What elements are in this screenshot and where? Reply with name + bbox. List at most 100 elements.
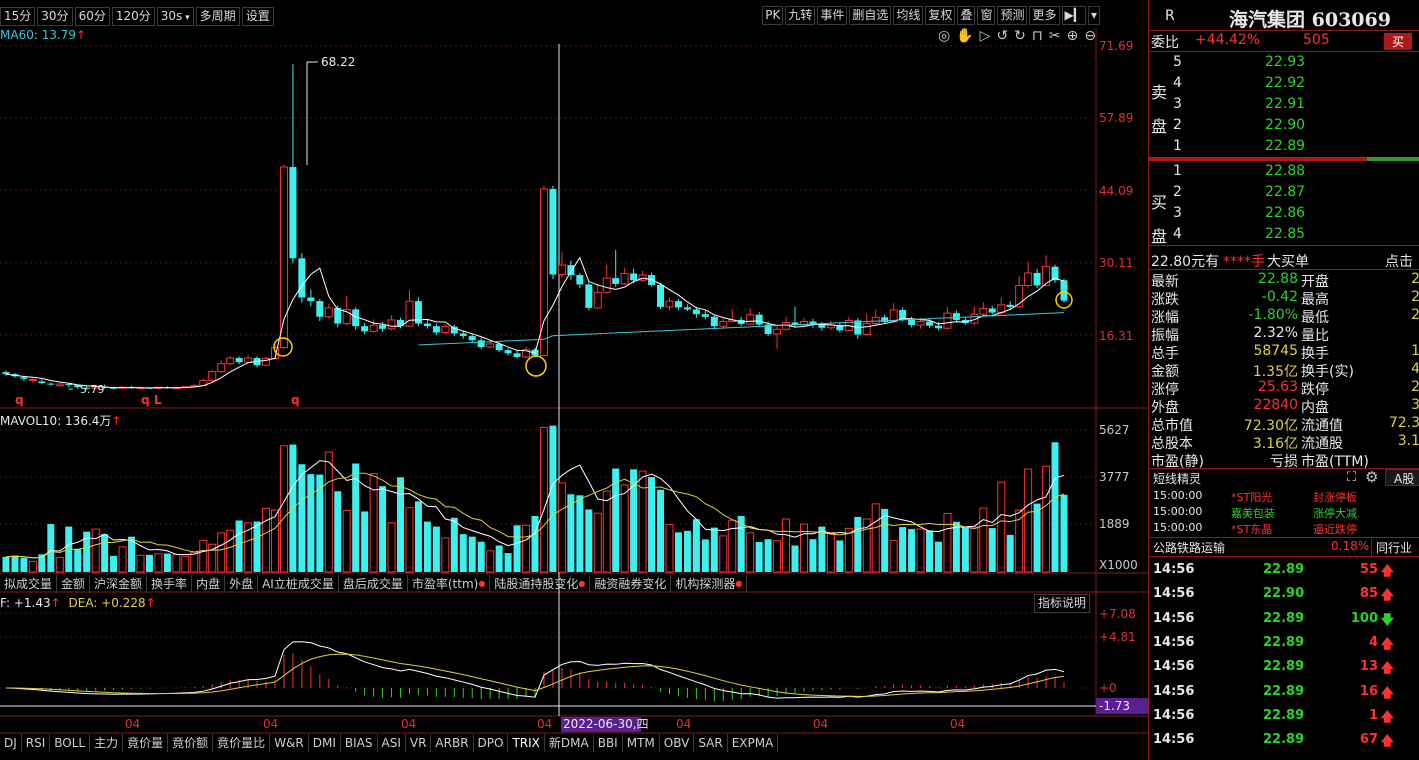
candle-body	[397, 319, 405, 327]
indicator-select-tab[interactable]: VR	[406, 733, 432, 752]
bid-level-row[interactable]: 3 22.86	[1149, 205, 1419, 223]
indicator-tab[interactable]: 融资融券变化	[590, 574, 672, 593]
volume-bar	[1042, 465, 1051, 573]
indicator-select-tab[interactable]: DJ	[0, 733, 22, 752]
volume-bar	[513, 525, 521, 572]
ask-level-row[interactable]: 2 22.90	[1149, 117, 1419, 135]
candle-body	[226, 357, 235, 365]
volume-bar	[450, 517, 458, 572]
indicator-select-tab[interactable]: OBV	[660, 733, 695, 752]
volume-bar	[74, 549, 82, 572]
candle-body	[746, 314, 755, 325]
volume-bar	[665, 524, 674, 573]
indicator-tab[interactable]: AI立桩成交量	[258, 574, 339, 593]
signal-marker: q	[141, 393, 150, 407]
indicator-select-tab[interactable]: 新DMA	[545, 733, 594, 752]
volume-bar	[2, 556, 10, 572]
indicator-tab[interactable]: 陆股通持股变化●	[490, 574, 591, 593]
indicator-select-tab[interactable]: BOLL	[50, 733, 91, 752]
indicator-help-button[interactable]: 指标说明	[1034, 594, 1091, 613]
signal-circle[interactable]	[525, 355, 547, 377]
quote-stat-row: 涨停 25.63 跌停 2	[1151, 379, 1419, 398]
volume-bar	[397, 477, 405, 572]
candle-body	[369, 324, 378, 332]
indicator-select-tab[interactable]: 主力	[90, 733, 124, 752]
indicator-select-tab[interactable]: DPO	[474, 733, 509, 752]
click-link[interactable]: 点击	[1385, 251, 1413, 271]
volume-bar	[217, 532, 226, 573]
indicator-select-tab[interactable]: EXPMA	[728, 733, 779, 752]
volume-bar	[926, 530, 934, 572]
ask-level-row[interactable]: 1 22.89	[1149, 138, 1419, 156]
price-tick: 30.11	[1099, 256, 1133, 270]
chart-canvas[interactable]: 68.22 – 5.79 q q L q 71.69 57.89 44.09 3…	[0, 0, 1148, 760]
ask-level-row[interactable]: 4 22.92	[1149, 75, 1419, 93]
indicator-select-tab[interactable]: 竟价量比	[213, 733, 271, 752]
indicator-select-tab[interactable]: BBI	[594, 733, 623, 752]
price-tick: 16.31	[1099, 329, 1133, 343]
candle-body	[862, 323, 871, 336]
indicator-tab[interactable]: 拟成交量	[0, 574, 58, 593]
quote-stat-row: 总股本 3.16亿 流通股 3.1	[1151, 433, 1419, 452]
indicator-tab[interactable]: 外盘	[225, 574, 259, 593]
candle-body	[379, 325, 387, 329]
volume-bar	[423, 521, 431, 572]
indicator-tab[interactable]: 市盈率(ttm)●	[408, 574, 491, 593]
arrow-up-icon: 🡅	[1380, 734, 1394, 750]
arrow-up-icon: 🡅	[1380, 588, 1394, 604]
bid-level-row[interactable]: 2 22.87	[1149, 184, 1419, 202]
quote-panel: R 海汽集团 603069 委比 +44.42% 505 买 卖盘 5 22.93…	[1148, 0, 1419, 760]
candle-body	[1060, 280, 1068, 301]
buy-button[interactable]: 买	[1384, 33, 1413, 50]
indicator-tab[interactable]: 沪深金额	[90, 574, 148, 593]
tick-row: 14:56 22.89 16 🡅	[1149, 684, 1419, 702]
indicator-select-tab[interactable]: SAR	[694, 733, 728, 752]
candle-body	[513, 353, 521, 357]
arrow-down-icon: 🡇	[1380, 612, 1394, 628]
candle-body	[423, 323, 431, 327]
indicator-select-tab[interactable]: MTM	[623, 733, 660, 752]
volume-bar	[764, 539, 772, 572]
indicator-select-tab[interactable]: ASI	[378, 733, 406, 752]
volume-bar	[961, 527, 969, 572]
bid-level-row[interactable]: 4 22.85	[1149, 226, 1419, 244]
candle-body	[235, 358, 243, 363]
volume-bar	[101, 534, 109, 572]
indicator-select-tab[interactable]: DMI	[309, 733, 341, 752]
indicator-select-tab[interactable]: RSI	[22, 733, 51, 752]
volume-bar	[477, 541, 485, 572]
volume-bar	[226, 529, 235, 573]
indicator-select-tab[interactable]: W&R	[270, 733, 309, 752]
indicator-tab[interactable]: 换手率	[147, 574, 193, 593]
elf-tab-a-share[interactable]: A股	[1385, 469, 1419, 486]
volume-bar	[602, 490, 611, 573]
candle-body	[657, 284, 665, 307]
bid-level-row[interactable]: 1 22.88	[1149, 163, 1419, 181]
indicator-select-tab[interactable]: BIAS	[341, 733, 378, 752]
indicator-tab[interactable]: 机构探测器●	[671, 574, 748, 593]
volume-bar	[199, 539, 208, 573]
ask-level-row[interactable]: 3 22.91	[1149, 96, 1419, 114]
macd-tick: +0	[1099, 681, 1117, 695]
volume-bar	[110, 555, 118, 572]
macd-tick: +4.81	[1099, 630, 1136, 644]
expand-icon[interactable]: ⛶	[1347, 470, 1356, 485]
indicator-select-tab[interactable]: ARBR	[431, 733, 474, 752]
ask-level-row[interactable]: 5 22.93	[1149, 54, 1419, 72]
indicator-select-tab[interactable]: TRIX	[508, 733, 545, 752]
volume-bar	[432, 526, 440, 572]
price-tick: 57.89	[1099, 111, 1133, 125]
volume-bar	[683, 530, 691, 572]
volume-bar	[531, 515, 539, 572]
indicator-select-tab[interactable]: 竟价额	[168, 733, 214, 752]
indicator-tab[interactable]: 金额	[57, 574, 91, 593]
gear-icon[interactable]: ⚙	[1365, 468, 1378, 486]
candle-body	[324, 307, 333, 318]
candle-body	[567, 265, 575, 276]
quote-stat-row: 总市值 72.30亿 流通值 72.3	[1151, 415, 1419, 434]
indicator-select-tab[interactable]: 竟价量	[123, 733, 169, 752]
indicator-tab[interactable]: 盘后成交量	[339, 574, 408, 593]
volume-bar	[557, 482, 566, 573]
tick-row: 14:56 22.89 1 🡅	[1149, 708, 1419, 726]
indicator-tab[interactable]: 内盘	[192, 574, 226, 593]
